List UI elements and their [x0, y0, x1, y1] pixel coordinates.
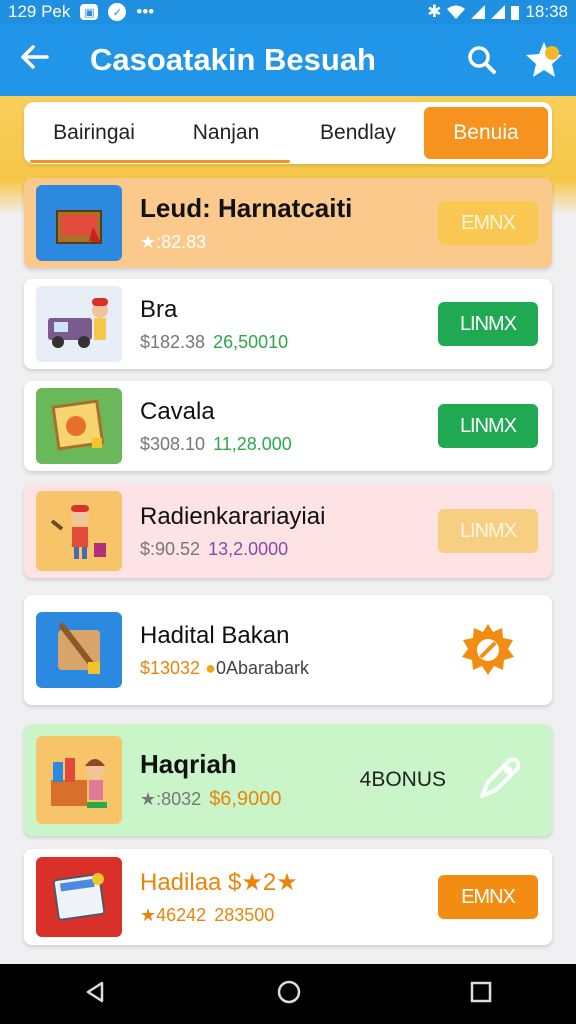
tab-benuia[interactable]: Benuia — [424, 107, 548, 159]
tab-bar: Bairingai Nanjan Bendlay Benuia — [24, 102, 552, 164]
search-icon[interactable] — [452, 45, 512, 75]
back-arrow-icon[interactable] — [0, 43, 70, 77]
battery-icon — [511, 5, 520, 20]
coin-icon: ● — [205, 657, 216, 678]
nav-home-icon[interactable] — [276, 979, 302, 1010]
favorite-star-icon[interactable] — [512, 40, 576, 80]
item-price: ★:82.83 — [140, 232, 207, 252]
item-price: ★:8032 — [140, 789, 202, 809]
item-name: Haqriah — [140, 749, 237, 779]
treasure-chest-icon — [36, 185, 122, 261]
item-amount: 13,2.0000 — [208, 538, 289, 559]
claim-button[interactable]: LINMX — [438, 509, 538, 553]
claim-button[interactable]: EMNX — [438, 875, 538, 919]
status-bar: 129 Pek ▣ ✓ ••• ✱ 18:38 — [0, 0, 576, 24]
notification-icon: ▣ — [80, 4, 99, 20]
list-item[interactable]: Hadilaa $★2★ ★46242 283500 EMNX — [24, 849, 552, 945]
item-name: Leud: Harnatcaiti — [140, 193, 353, 223]
list-item[interactable]: Cavala $308.10 11,28.000 LINMX — [24, 381, 552, 471]
settings-gear-icon[interactable] — [438, 620, 538, 680]
item-name: Hadital Bakan — [140, 621, 290, 649]
list-item[interactable]: Leud: Harnatcaiti ★:82.83 EMNX — [24, 178, 552, 268]
wooden-tool-icon — [36, 612, 122, 688]
status-time-left: 129 Pek — [8, 2, 71, 21]
check-icon: ✓ — [108, 3, 127, 21]
toy-truck-icon — [36, 286, 122, 362]
tab-nanjan[interactable]: Nanjan — [160, 107, 292, 159]
tab-bendlay[interactable]: Bendlay — [292, 107, 424, 159]
item-price: $:90.52 — [140, 538, 201, 559]
item-name: Radienkarariayiai — [140, 502, 326, 530]
item-price: $13032 — [140, 657, 201, 678]
bonus-label: 4BONUS — [359, 768, 446, 791]
item-price: $182.38 — [140, 331, 206, 352]
item-name: Bra — [140, 295, 178, 323]
list-item[interactable]: Haqriah ★:8032 $6,9000 4BONUS — [24, 724, 552, 836]
rocket-icon[interactable] — [474, 752, 526, 809]
tab-bairingai[interactable]: Bairingai — [28, 107, 160, 159]
nav-recents-icon[interactable] — [470, 981, 492, 1008]
item-amount: 26,50010 — [213, 331, 289, 352]
tab-indicator — [30, 160, 290, 163]
claim-button[interactable]: EMNX — [438, 201, 538, 245]
item-amount: 0Abarabark — [215, 657, 310, 678]
item-amount: 283500 — [214, 905, 275, 925]
signal-icon — [471, 5, 486, 19]
status-time-right: 18:38 — [525, 2, 568, 21]
item-price: ★46242 — [140, 905, 207, 925]
item-amount: 11,28.000 — [213, 433, 292, 454]
system-nav-bar — [0, 964, 576, 1024]
nav-back-icon[interactable] — [84, 980, 108, 1009]
puzzle-map-icon — [36, 388, 122, 464]
calculator-icon — [36, 857, 122, 937]
list-item[interactable]: Radienkarariayiai $:90.52 13,2.0000 LINMX — [24, 484, 552, 578]
page-title: Casoatakin Besuah — [90, 42, 376, 77]
item-name: Hadilaa $★2★ — [140, 869, 298, 896]
bluetooth-icon: ✱ — [427, 2, 442, 21]
claim-button[interactable]: LINMX — [438, 404, 538, 448]
list-item[interactable]: Hadital Bakan $13032 ●0Abarabark — [24, 595, 552, 705]
gift-basket-icon — [36, 736, 122, 824]
wifi-icon — [447, 5, 466, 19]
signal-icon-2 — [491, 5, 506, 19]
app-bar: Casoatakin Besuah — [0, 24, 576, 96]
builder-kid-icon — [36, 491, 122, 571]
more-notifications-icon: ••• — [136, 2, 155, 21]
item-name: Cavala — [140, 397, 215, 425]
claim-button[interactable]: LINMX — [438, 302, 538, 346]
item-amount: $6,9000 — [209, 788, 282, 810]
list-item[interactable]: Bra $182.38 26,50010 LINMX — [24, 279, 552, 369]
item-price: $308.10 — [140, 433, 206, 454]
